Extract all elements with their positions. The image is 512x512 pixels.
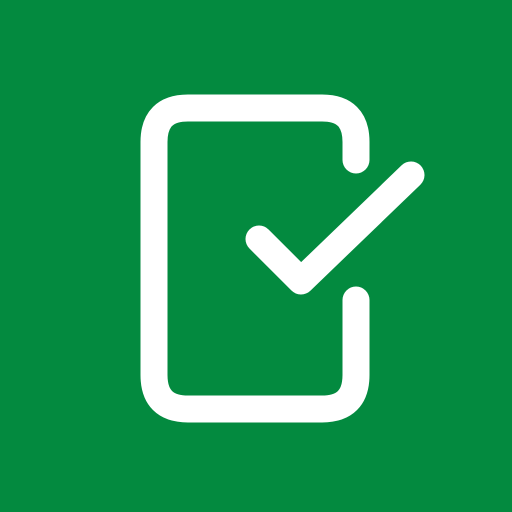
clipboard-check-icon xyxy=(140,94,425,423)
app-icon-tile xyxy=(0,0,512,512)
checkmark-shape xyxy=(245,161,425,295)
